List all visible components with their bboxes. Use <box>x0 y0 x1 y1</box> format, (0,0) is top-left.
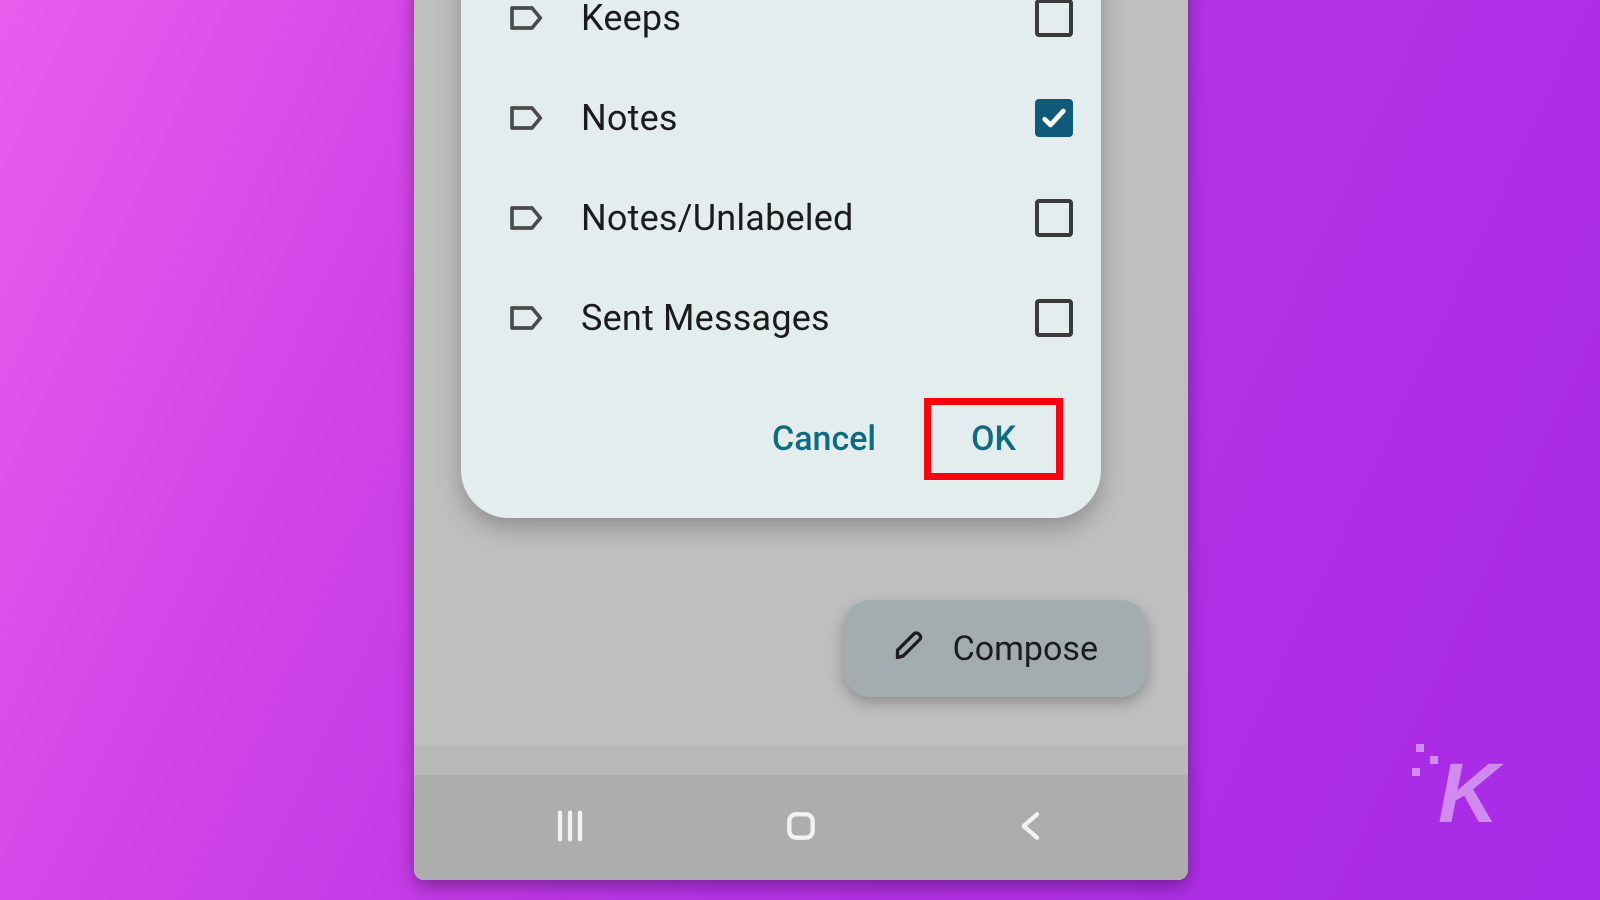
label-row-keeps[interactable]: Keeps <box>461 0 1101 68</box>
phone-frame: Compose Deleted Messages Keeps <box>414 0 1188 880</box>
label-row-sent-messages[interactable]: Sent Messages <box>461 268 1101 368</box>
nav-home-button[interactable] <box>701 806 901 850</box>
svg-text:K: K <box>1438 746 1504 838</box>
label-icon <box>507 0 547 38</box>
home-icon <box>781 806 821 850</box>
label-text: Notes <box>581 97 1035 139</box>
system-navbar <box>414 775 1188 880</box>
checkbox-sent-messages[interactable] <box>1035 299 1073 337</box>
label-icon <box>507 298 547 338</box>
cancel-button[interactable]: Cancel <box>742 399 906 479</box>
recents-icon <box>550 806 590 850</box>
checkbox-notes-unlabeled[interactable] <box>1035 199 1073 237</box>
compose-button[interactable]: Compose <box>843 600 1148 697</box>
compose-label: Compose <box>953 629 1098 669</box>
nav-back-button[interactable] <box>932 806 1132 850</box>
label-picker-dialog: Deleted Messages Keeps Notes <box>461 0 1101 518</box>
checkbox-notes[interactable] <box>1035 99 1073 137</box>
label-row-notes[interactable]: Notes <box>461 68 1101 168</box>
label-text: Sent Messages <box>581 297 1035 339</box>
ok-button[interactable]: OK <box>924 398 1063 480</box>
dialog-actions: Cancel OK <box>461 368 1101 502</box>
label-row-notes-unlabeled[interactable]: Notes/Unlabeled <box>461 168 1101 268</box>
label-icon <box>507 198 547 238</box>
label-text: Keeps <box>581 0 1035 39</box>
watermark-k: K <box>1412 738 1522 842</box>
back-icon <box>1012 806 1052 850</box>
label-text: Notes/Unlabeled <box>581 197 1035 239</box>
pencil-icon <box>893 626 929 671</box>
nav-recents-button[interactable] <box>470 806 670 850</box>
label-icon <box>507 98 547 138</box>
checkbox-keeps[interactable] <box>1035 0 1073 37</box>
